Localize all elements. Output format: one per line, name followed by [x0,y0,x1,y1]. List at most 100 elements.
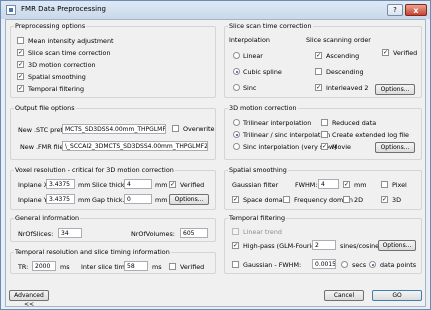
slice-scan-time-title: Slice scan time correction [228,22,313,30]
ssc-linear-radio[interactable] [233,52,240,59]
slice-thick-unit: mm [155,181,168,189]
overwrite-label: Overwrite [183,125,215,133]
slice-scan-time-checkbox[interactable]: ✓ [17,49,24,56]
interpolation-label: Interpolation [229,36,270,44]
gaussian-fwhm-label: Gaussian - FWHM: [243,261,302,269]
overwrite-checkbox[interactable] [172,125,179,132]
timing-verified-label: Verified [180,263,205,271]
high-pass-input[interactable]: 2 [312,240,336,250]
gap-thick-input[interactable]: 0 [124,194,152,204]
tr-unit: ms [60,263,70,271]
ssc-sinc-radio[interactable] [233,84,240,91]
go-button[interactable]: GO [372,290,422,301]
linear-trend-label: Linear trend [243,228,282,236]
nr-slices-input[interactable]: 34 [58,228,82,238]
mc-trisinc-radio[interactable] [233,131,240,138]
interleaved-label: Interleaved 2 [326,84,369,92]
smooth-2d-label: 2D [354,196,363,204]
temporal-filtering-title: Temporal filtering [228,214,287,222]
spatial-smoothing-label: Spatial smoothing [28,73,86,81]
descending-checkbox[interactable] [315,68,322,75]
tr-input[interactable]: 2000 [32,261,56,271]
mc-sinc-radio[interactable] [233,143,240,150]
fwhm-input[interactable]: 4 [318,179,339,189]
slice-thick-input[interactable]: 4 [124,179,152,189]
voxel-options-button[interactable]: Options... [169,194,209,205]
close-button[interactable]: x [405,4,427,16]
extended-log-checkbox[interactable] [321,131,328,138]
voxel-resolution-title: Voxel resolution - critical for 3D motio… [14,166,175,174]
nr-volumes-label: NrOfVolumes: [131,230,175,238]
output-file-group [10,108,216,160]
inplane-y-label: Inplane Y: [18,196,49,204]
timing-verified-checkbox[interactable] [169,263,176,270]
spatial-smoothing-title: Spatial smoothing [228,166,288,174]
ssc-cubic-radio[interactable] [233,68,240,75]
temporal-filtering-checkbox[interactable]: ✓ [17,85,24,92]
tf-options-button[interactable]: Options... [378,240,416,251]
inplane-x-unit: mm [78,181,91,189]
fwhm-label: FWHM: [295,181,318,189]
spatial-smoothing-group [224,170,422,210]
secs-label: secs [352,261,367,269]
descending-label: Descending [326,68,364,76]
inplane-x-input[interactable]: 3.4375 [46,179,75,189]
ascending-checkbox[interactable]: ✓ [315,52,322,59]
space-domain-checkbox[interactable]: ✓ [232,196,239,203]
smooth-3d-checkbox[interactable]: ✓ [381,196,388,203]
smooth-2d-checkbox[interactable] [343,196,350,203]
mc-options-button[interactable]: Options... [375,142,415,153]
movie-checkbox[interactable]: ✓ [321,143,328,150]
fmr-file-label: New .FMR file: [20,143,66,151]
smooth-3d-label: 3D [392,196,401,204]
voxel-verified-checkbox[interactable]: ✓ [169,181,176,188]
app-icon [6,5,16,15]
tr-label: TR: [18,263,29,271]
ascending-label: Ascending [326,52,360,60]
slice-scan-time-label: Slice scan time correction [28,49,111,57]
help-button[interactable]: ? [387,4,403,16]
ssc-linear-label: Linear [243,52,263,60]
pixel-label: Pixel [392,181,407,189]
gap-thick-unit: mm [155,196,168,204]
gaussian-fwhm-input[interactable]: 0.0015 [312,259,336,269]
data-points-radio[interactable] [369,261,376,268]
ssc-verified-checkbox[interactable]: ✓ [382,49,389,56]
high-pass-checkbox[interactable]: ✓ [232,242,239,249]
inter-slice-input[interactable]: 58 [124,261,148,271]
pixel-checkbox[interactable] [381,181,388,188]
advanced-button[interactable]: Advanced << [9,290,49,308]
space-domain-label: Space domain [243,196,289,204]
gaussian-fwhm-checkbox[interactable] [232,261,239,268]
title-bar: FMR Data Preprocessing ? x [1,1,430,19]
fwhm-mm-checkbox[interactable]: ✓ [343,181,350,188]
reduced-data-checkbox[interactable] [321,119,328,126]
window-title: FMR Data Preprocessing [21,5,106,13]
cancel-button[interactable]: Cancel [324,290,364,301]
ssc-options-button[interactable]: Options... [375,84,415,95]
output-file-title: Output file options [14,104,76,112]
spatial-smoothing-checkbox[interactable]: ✓ [17,73,24,80]
nr-volumes-input[interactable]: 605 [180,228,208,238]
reduced-data-label: Reduced data [332,119,377,127]
frequency-domain-checkbox[interactable] [283,196,290,203]
gaussian-filter-label: Gaussian filter [232,181,279,189]
mc-trisinc-label: Trilinear / sinc interpolation [243,131,331,139]
interleaved-checkbox[interactable]: ✓ [315,84,322,91]
ssc-verified-label: Verified [393,49,418,57]
fmr-file-input[interactable]: \_SCCAI2_3DMCTS_SD3DSS4.00mm_THPGLMF2c.f… [62,141,208,151]
stc-prefix-input[interactable]: MCTS_SD3DSS4.00mm_THPGLMF2c [62,124,166,134]
data-points-label: data points [380,261,417,269]
dialog-window: FMR Data Preprocessing ? x Preprocessing… [0,0,431,310]
motion-correction-title: 3D motion correction [228,104,298,112]
dialog-body: Preprocessing options Mean intensity adj… [5,19,426,308]
linear-trend-checkbox[interactable] [232,228,239,235]
secs-radio[interactable] [341,261,348,268]
high-pass-unit: sines/cosines [340,242,383,250]
mean-intensity-checkbox[interactable] [17,37,24,44]
ssc-cubic-label: Cubic spline [243,68,282,76]
motion-correction-checkbox[interactable]: ✓ [17,61,24,68]
inplane-y-input[interactable]: 3.4375 [46,194,75,204]
mc-trilinear-radio[interactable] [233,119,240,126]
mc-trilinear-label: Trilinear interpolation [243,119,312,127]
